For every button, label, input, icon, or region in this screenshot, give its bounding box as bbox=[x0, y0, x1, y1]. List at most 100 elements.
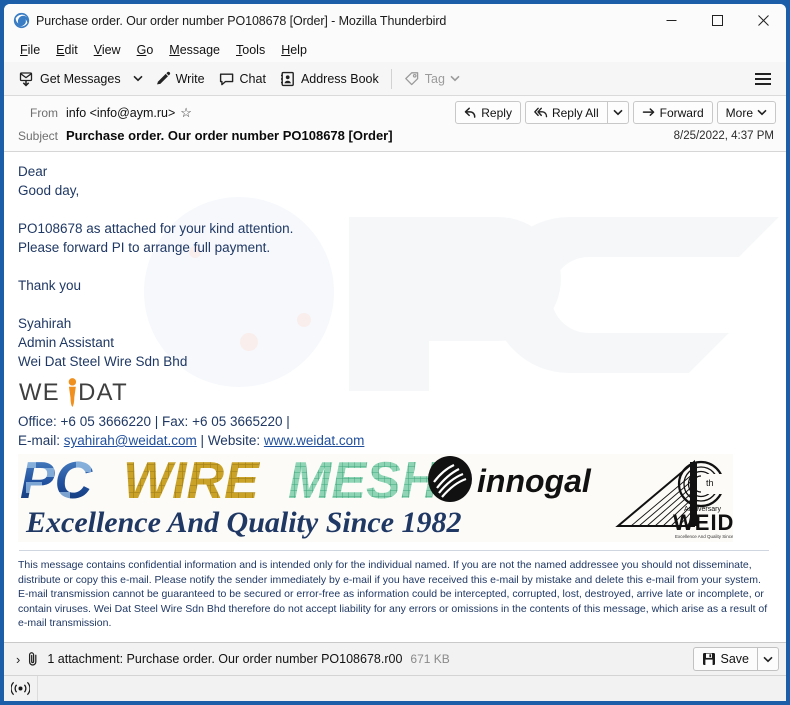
tag-label: Tag bbox=[424, 71, 445, 86]
from-row: From info <info@aym.ru> ☆ Reply Reply Al… bbox=[14, 101, 776, 124]
maximize-button[interactable] bbox=[694, 4, 740, 37]
save-dropdown-button[interactable] bbox=[757, 647, 779, 671]
message-body: Dear Good day, PO108678 as attached for … bbox=[4, 152, 786, 642]
close-button[interactable] bbox=[740, 4, 786, 37]
website-link[interactable]: www.weidat.com bbox=[264, 433, 365, 448]
attachment-summary: 1 attachment: Purchase order. Our order … bbox=[47, 652, 403, 666]
email-label: E-mail: bbox=[18, 433, 61, 448]
forward-arrow-icon bbox=[642, 108, 654, 116]
forward-button[interactable]: Forward bbox=[632, 101, 713, 124]
tag-icon bbox=[404, 71, 419, 85]
forward-label: Forward bbox=[659, 105, 704, 120]
body-thanks: Thank you bbox=[18, 278, 82, 293]
subject-label: Subject bbox=[17, 128, 58, 143]
menu-message-rest: essage bbox=[179, 42, 221, 57]
chevron-down-icon bbox=[133, 75, 143, 82]
body-para1-line2: Please forward PI to arrange full paymen… bbox=[18, 240, 271, 255]
reply-button[interactable]: Reply bbox=[455, 101, 521, 124]
contact-line-1: Office: +6 05 3666220 | Fax: +6 05 36652… bbox=[18, 414, 290, 429]
disclaimer-text: This message contains confidential infor… bbox=[18, 559, 768, 629]
signature-company: Wei Dat Steel Wire Sdn Bhd bbox=[18, 354, 188, 369]
more-label: More bbox=[725, 105, 753, 120]
menu-file-rest: ile bbox=[27, 42, 41, 57]
greeting-line-1: Dear bbox=[18, 164, 48, 179]
download-envelope-icon bbox=[19, 71, 33, 87]
office-value: +6 05 3666220 bbox=[60, 414, 152, 429]
menu-tools[interactable]: Tools bbox=[228, 40, 273, 60]
from-value[interactable]: info <info@aym.ru> bbox=[66, 106, 175, 120]
pencil-icon bbox=[156, 71, 170, 84]
window-controls bbox=[648, 4, 786, 37]
save-disk-icon bbox=[702, 653, 715, 665]
anniversary-brand: WEIDAT bbox=[673, 510, 733, 535]
subject-row: Subject Purchase order. Our order number… bbox=[14, 124, 776, 147]
reply-all-button[interactable]: Reply All bbox=[524, 101, 607, 124]
banner-word-mesh bbox=[288, 454, 440, 509]
reply-all-split-button: Reply All bbox=[524, 101, 629, 124]
menu-message[interactable]: Message bbox=[161, 40, 228, 60]
get-messages-dropdown[interactable] bbox=[128, 71, 148, 86]
menu-view-rest: iew bbox=[101, 42, 121, 57]
online-status-icon[interactable] bbox=[4, 676, 38, 701]
reply-all-dropdown[interactable] bbox=[606, 101, 629, 124]
menu-file[interactable]: File bbox=[12, 40, 48, 60]
more-button[interactable]: More bbox=[716, 101, 776, 124]
address-book-button[interactable]: Address Book bbox=[273, 67, 386, 91]
title-bar: Purchase order. Our order number PO10867… bbox=[4, 4, 786, 37]
write-label: Write bbox=[175, 71, 205, 86]
menu-help[interactable]: Help bbox=[273, 40, 315, 60]
chevron-down-icon bbox=[613, 109, 623, 116]
innogal-wordmark: innogal bbox=[477, 463, 592, 499]
attachment-bar: › 1 attachment: Purchase order. Our orde… bbox=[4, 642, 786, 675]
thunderbird-icon bbox=[13, 12, 30, 29]
menu-edit-rest: dit bbox=[64, 42, 78, 57]
menu-view[interactable]: View bbox=[86, 40, 129, 60]
menu-go[interactable]: Go bbox=[129, 40, 162, 60]
email-link[interactable]: syahirah@weidat.com bbox=[64, 433, 197, 448]
address-book-icon bbox=[280, 71, 294, 86]
get-messages-button[interactable]: Get Messages bbox=[12, 67, 128, 91]
attachment-expand-toggle[interactable]: › bbox=[14, 650, 26, 669]
anniversary-th: th bbox=[706, 478, 714, 488]
body-para1-line1: PO108678 as attached for your kind atten… bbox=[18, 221, 294, 236]
status-bar bbox=[4, 675, 786, 701]
chat-button[interactable]: Chat bbox=[212, 67, 273, 91]
minimize-button[interactable] bbox=[648, 4, 694, 37]
fax-value: +6 05 3665220 bbox=[192, 414, 283, 429]
main-toolbar: Get Messages Write Chat Address Book Tag bbox=[4, 62, 786, 96]
star-icon[interactable]: ☆ bbox=[180, 106, 192, 119]
contact-line-2: E-mail: syahirah@weidat.com | Website: w… bbox=[18, 433, 365, 448]
signature-name: Syahirah bbox=[18, 316, 72, 331]
chevron-down-icon bbox=[757, 109, 767, 116]
menu-edit[interactable]: Edit bbox=[48, 40, 86, 60]
message-header: From info <info@aym.ru> ☆ Reply Reply Al… bbox=[4, 96, 786, 152]
app-menu-button[interactable] bbox=[748, 68, 778, 90]
weidat-logo: WE DAT bbox=[19, 378, 128, 407]
toolbar-separator bbox=[390, 68, 392, 89]
company-banner-image: PC WIRE MESH bbox=[18, 454, 733, 542]
fax-label: Fax: bbox=[162, 414, 189, 429]
disclaimer-divider bbox=[19, 550, 769, 551]
save-attachment-button[interactable]: Save bbox=[692, 647, 757, 671]
from-label: From bbox=[30, 105, 58, 120]
tag-button[interactable]: Tag bbox=[397, 67, 467, 91]
menu-bar: File Edit View Go Message Tools Help bbox=[4, 37, 786, 62]
website-label: Website: bbox=[207, 433, 261, 448]
body-content: Dear Good day, PO108678 as attached for … bbox=[18, 162, 774, 631]
weidat-logo-left: WE bbox=[19, 379, 60, 406]
menu-go-rest: o bbox=[146, 42, 154, 57]
subject-value: Purchase order. Our order number PO10867… bbox=[66, 128, 393, 143]
reply-all-arrow-icon bbox=[534, 107, 548, 118]
save-label: Save bbox=[720, 652, 750, 666]
reply-button-group: Reply Reply All Forward More bbox=[455, 101, 776, 124]
weidat-logo-right: DAT bbox=[78, 379, 128, 406]
write-button[interactable]: Write bbox=[148, 67, 212, 91]
paperclip-icon bbox=[26, 651, 40, 667]
thunderbird-window: Purchase order. Our order number PO10867… bbox=[4, 4, 786, 701]
reply-label: Reply bbox=[481, 105, 512, 120]
chat-label: Chat bbox=[239, 71, 266, 86]
get-messages-label: Get Messages bbox=[40, 71, 121, 86]
save-split-button: Save bbox=[692, 647, 779, 671]
reply-arrow-icon bbox=[465, 107, 476, 118]
